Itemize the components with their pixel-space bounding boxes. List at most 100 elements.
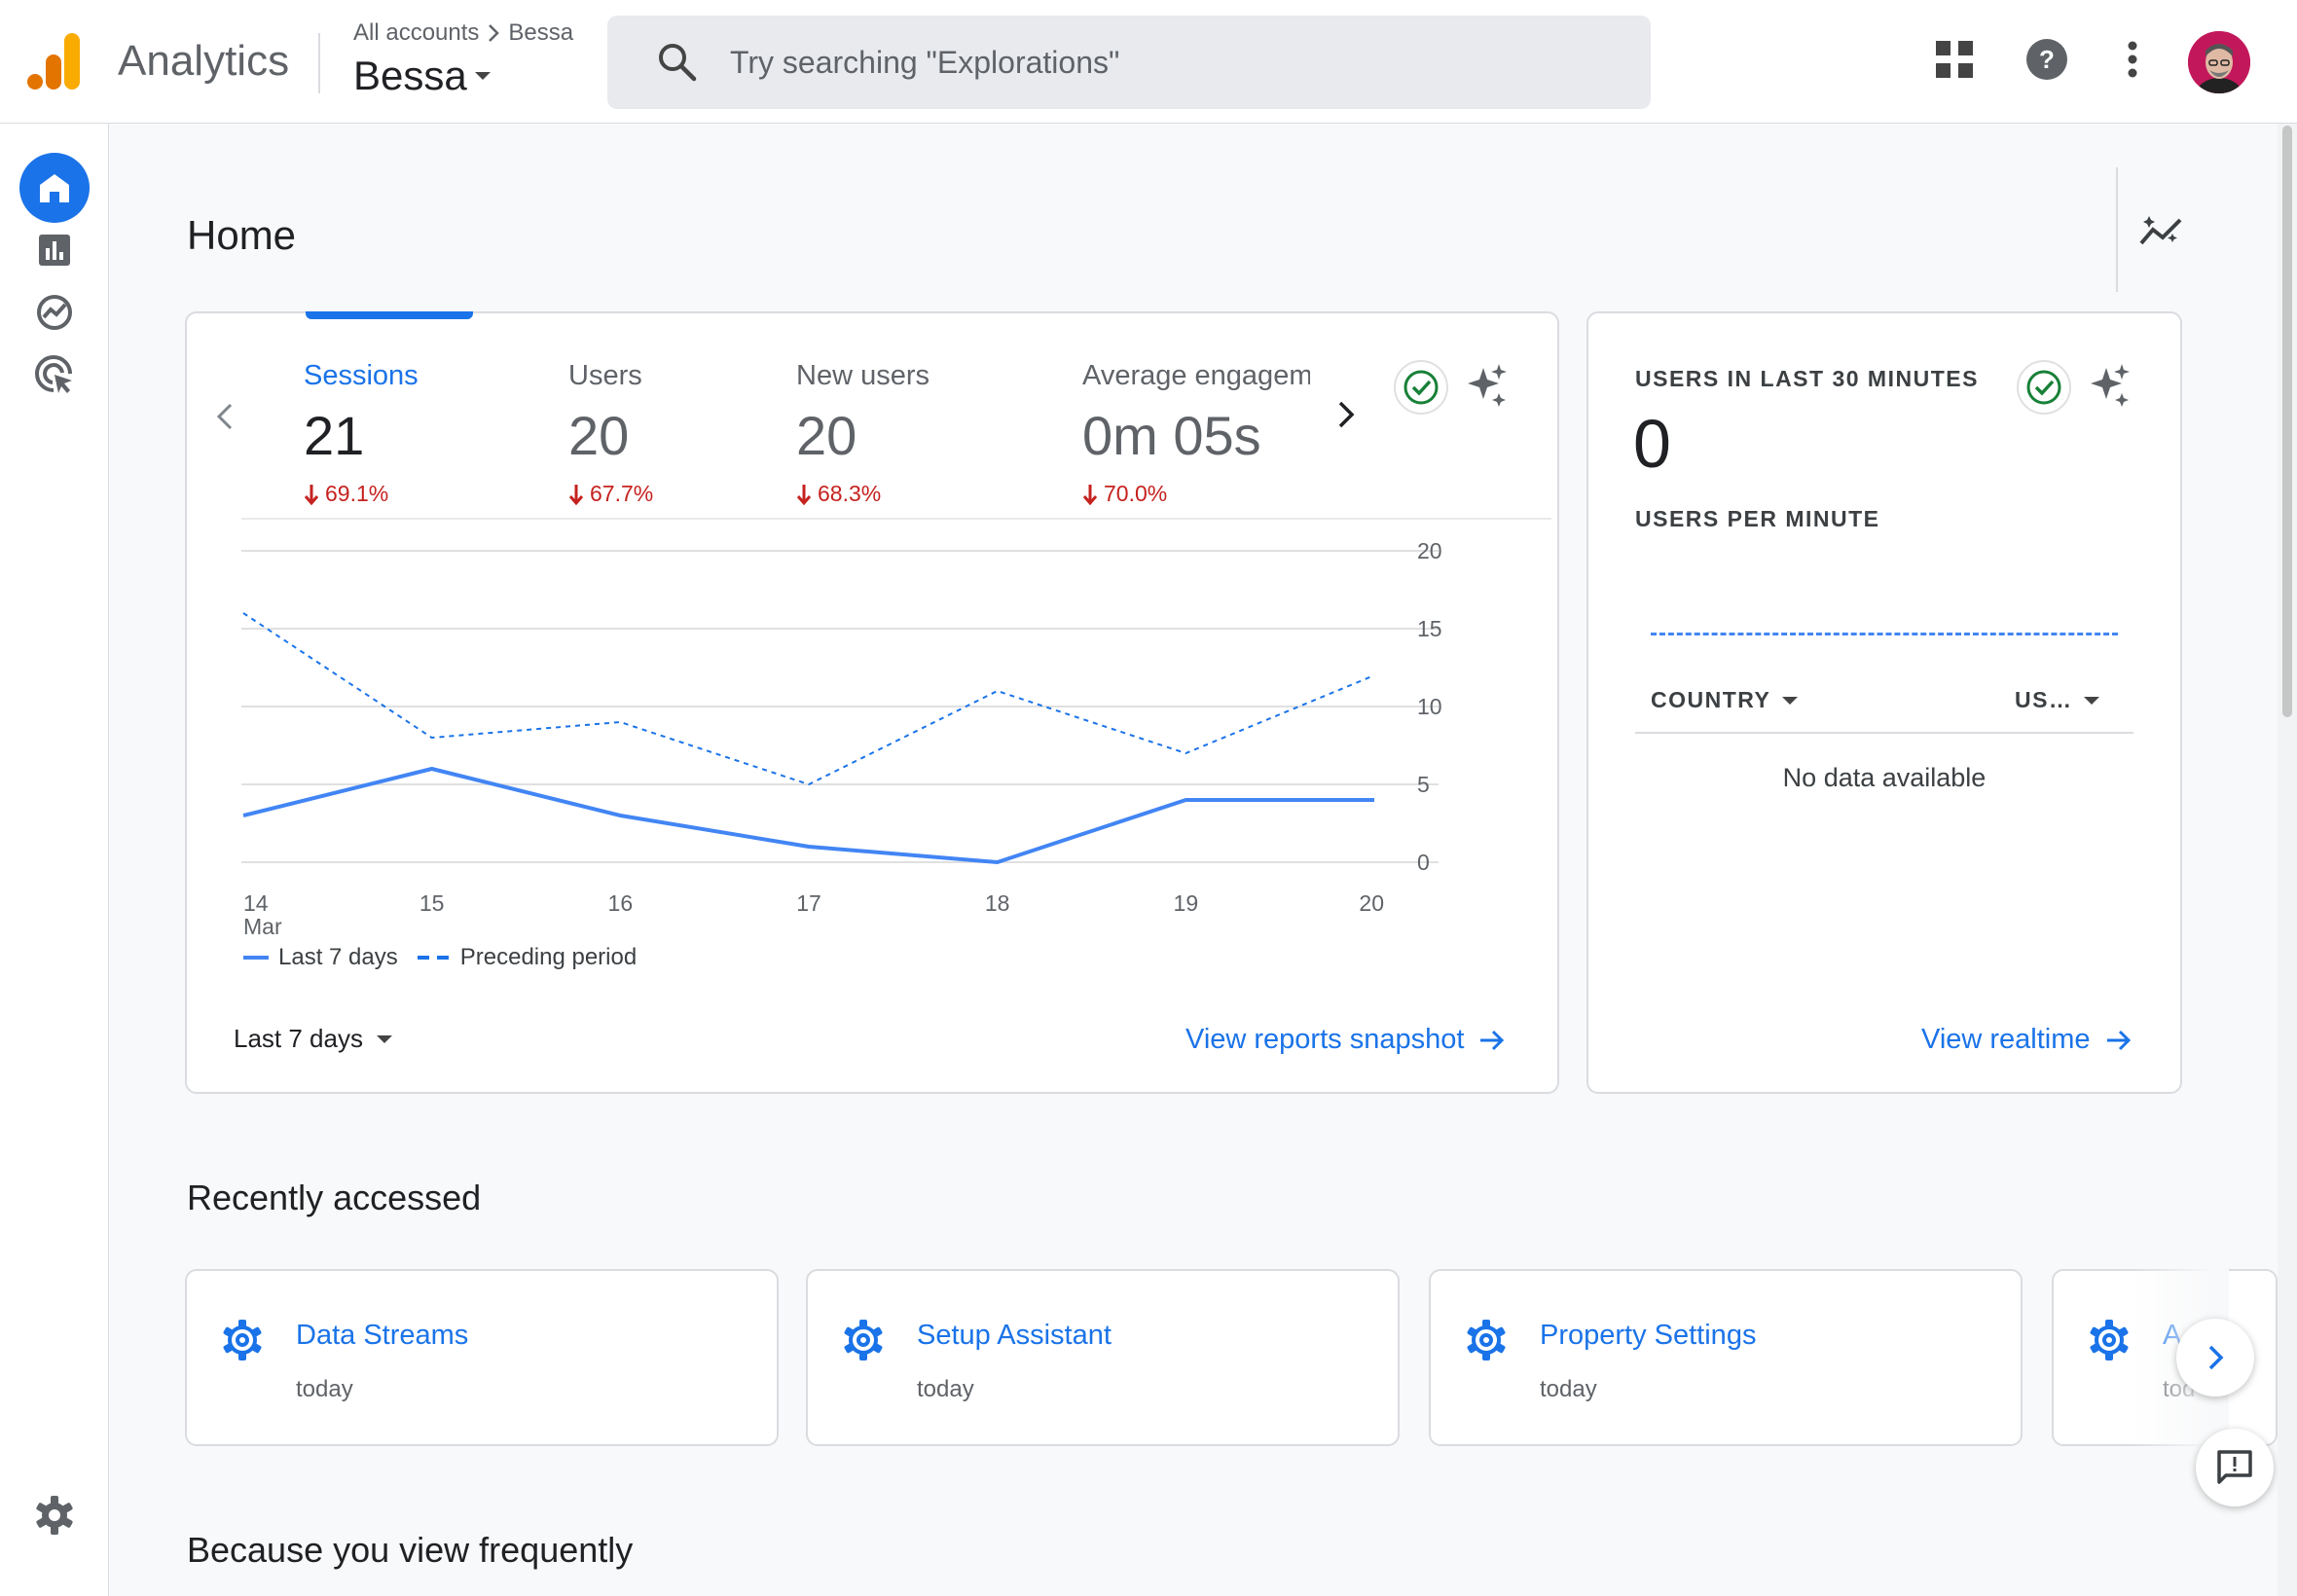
view-reports-snapshot-link[interactable]: View reports snapshot [1185, 1024, 1507, 1056]
x-tick-sublabel: Mar [243, 914, 282, 939]
help-icon[interactable]: ? [2024, 37, 2069, 82]
date-range-selector[interactable]: Last 7 days [234, 1024, 392, 1054]
view-realtime-label: View realtime [1921, 1024, 2091, 1055]
sparkle-icon[interactable] [2087, 362, 2133, 409]
more-vert-icon[interactable] [2110, 37, 2155, 82]
column-header-label: COUNTRY [1651, 687, 1771, 712]
page-scrollbar[interactable] [2278, 124, 2297, 1596]
x-tick-label: 19 [1174, 890, 1199, 916]
recent-item-time: today [1540, 1376, 1597, 1402]
left-navigation-rail [0, 124, 109, 1596]
home-icon [40, 174, 69, 202]
metric-label: New users [796, 360, 930, 391]
scrollbar-thumb[interactable] [2282, 126, 2292, 717]
legend-item-previous: Preceding period [417, 944, 638, 971]
breadcrumb-account[interactable]: All accounts [353, 19, 479, 47]
x-tick-label: 18 [985, 890, 1010, 916]
chevron-right-icon[interactable] [1326, 395, 1365, 434]
date-range-label: Last 7 days [234, 1024, 363, 1053]
recent-item-property-settings[interactable]: Property Settings today [1429, 1269, 2023, 1446]
x-tick-label: 14 [243, 890, 269, 916]
x-tick-label: 17 [796, 890, 821, 916]
search-input[interactable] [730, 16, 1606, 109]
feedback-button[interactable] [2196, 1429, 2274, 1506]
column-header-country[interactable]: COUNTRY [1651, 687, 1799, 713]
recent-item-setup-assistant[interactable]: Setup Assistant today [806, 1269, 1400, 1446]
sidebar-item-advertising[interactable] [19, 340, 90, 410]
search-bar[interactable] [607, 16, 1651, 109]
realtime-card: USERS IN LAST 30 MINUTES 0 USERS PER MIN… [1586, 311, 2182, 1094]
recent-item-name: Setup Assistant [917, 1320, 1112, 1351]
y-tick-label: 15 [1417, 616, 1442, 641]
recently-accessed-heading: Recently accessed [187, 1178, 482, 1217]
sparkle-icon[interactable] [1464, 362, 1511, 409]
chevron-left-icon[interactable] [206, 397, 245, 436]
view-realtime-link[interactable]: View realtime [1921, 1024, 2133, 1056]
legend-item-current: Last 7 days [243, 944, 398, 971]
legend-label-current: Last 7 days [278, 944, 398, 970]
realtime-table-header: COUNTRY US… [1635, 675, 2133, 734]
check-circle-icon [1404, 370, 1439, 405]
caret-down-icon [1782, 696, 1799, 705]
y-tick-label: 0 [1417, 850, 1430, 875]
sidebar-item-home[interactable] [19, 153, 90, 223]
recent-item-time: today [917, 1376, 974, 1402]
metric-tab-sessions[interactable]: Sessions 21 69.1% [304, 360, 528, 507]
metric-label: Sessions [304, 360, 419, 391]
caret-down-icon [2084, 696, 2100, 705]
sidebar-item-explore[interactable] [19, 277, 90, 347]
data-quality-badge[interactable] [1394, 360, 1448, 415]
chart-plot-area: 0 5 10 15 20 14 15 16 17 18 19 20 Mar [241, 538, 1442, 939]
x-tick-label: 15 [419, 890, 445, 916]
metric-change-value: 68.3% [818, 481, 882, 506]
account-avatar[interactable] [2188, 31, 2250, 93]
property-selector[interactable]: Bessa [353, 53, 491, 99]
bar-chart-icon [39, 235, 70, 266]
metric-tab-users[interactable]: Users 20 67.7% [568, 360, 763, 507]
x-tick-label: 16 [608, 890, 634, 916]
breadcrumb-property[interactable]: Bessa [508, 19, 573, 47]
recent-item-name: Property Settings [1540, 1320, 1757, 1351]
carousel-next-button[interactable] [2176, 1319, 2254, 1396]
data-quality-badge[interactable] [2017, 360, 2071, 415]
sidebar-item-reports[interactable] [19, 215, 90, 285]
metric-change: 70.0% [1082, 481, 1310, 507]
insights-divider [2116, 167, 2118, 292]
x-tick-label: 20 [1359, 890, 1384, 916]
column-header-users[interactable]: US… [2015, 687, 2100, 713]
arrow-down-icon [304, 484, 319, 505]
check-circle-icon [2026, 370, 2061, 405]
metric-tab-new-users[interactable]: New users 20 68.3% [796, 360, 1039, 507]
settings-gear-icon [2090, 1320, 2129, 1360]
avatar-portrait-icon [2188, 31, 2250, 93]
insights-sparkle-icon[interactable] [2137, 206, 2186, 255]
page-title: Home [187, 212, 297, 258]
empty-state-text: No data available [1782, 763, 1987, 792]
active-tab-indicator [306, 311, 473, 319]
metric-tab-average-engagement[interactable]: Average engagem 0m 05s 70.0% [1082, 360, 1310, 507]
series-line-last-7-days [242, 767, 1374, 864]
series-line-preceding-period [242, 612, 1375, 785]
apps-grid-icon[interactable] [1932, 37, 1977, 82]
settings-gear-icon[interactable] [33, 1494, 76, 1537]
metric-change-value: 67.7% [590, 481, 654, 506]
caret-down-icon [376, 1034, 392, 1043]
legend-label-previous: Preceding period [459, 944, 638, 970]
realtime-title: USERS IN LAST 30 MINUTES [1635, 366, 1979, 391]
breadcrumb[interactable]: All accounts Bessa [353, 19, 573, 47]
users-per-minute-baseline [1651, 633, 2118, 635]
arrow-right-icon [1480, 1030, 1505, 1050]
analytics-logo[interactable] [27, 33, 82, 90]
realtime-subtitle: USERS PER MINUTE [1635, 506, 1880, 531]
top-app-bar: Analytics All accounts Bessa Bessa ? [0, 0, 2297, 124]
metric-value: 0m 05s [1082, 405, 1261, 466]
view-reports-snapshot-label: View reports snapshot [1185, 1024, 1465, 1055]
realtime-value: 0 [1633, 406, 1671, 482]
legend-swatch-dashed [417, 956, 451, 960]
metric-value: 20 [796, 405, 857, 466]
recent-item-data-streams[interactable]: Data Streams today [185, 1269, 779, 1446]
metric-change: 68.3% [796, 481, 1039, 507]
sessions-line-chart: 0 5 10 15 20 14 15 16 17 18 19 20 Mar [241, 537, 1526, 941]
metric-change: 67.7% [568, 481, 763, 507]
metric-label: Average engagem [1082, 360, 1310, 391]
